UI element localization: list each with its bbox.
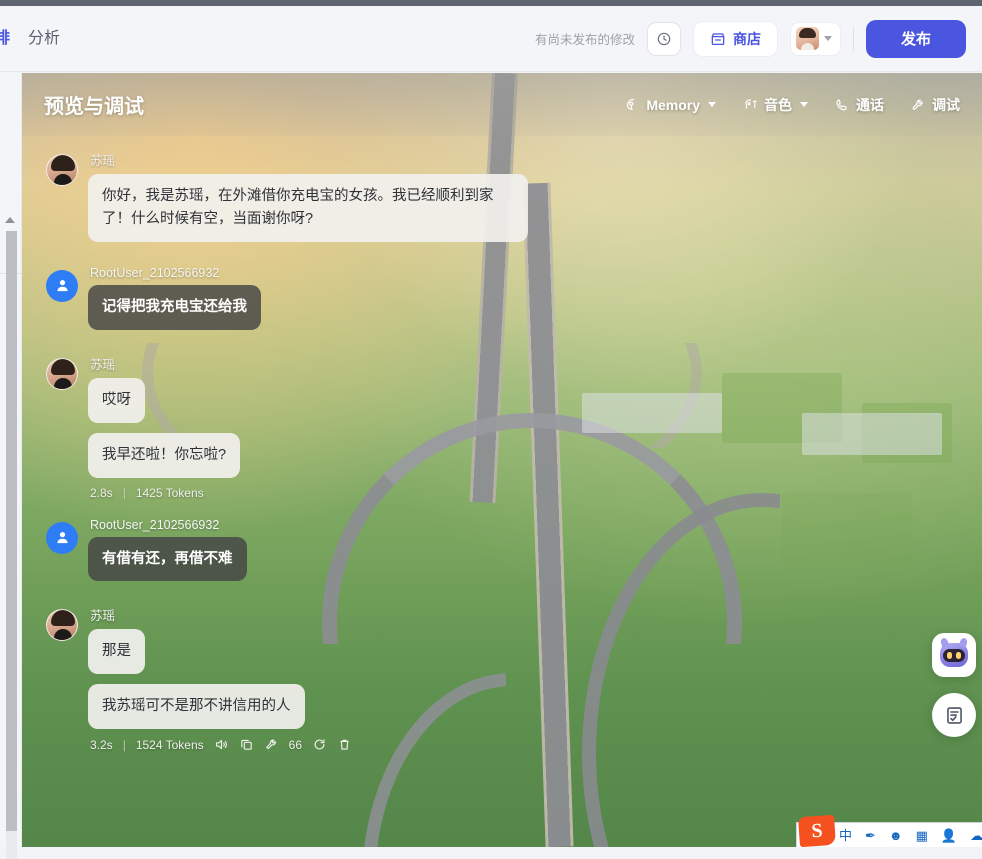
avatar <box>796 27 819 50</box>
message-content: 苏瑶 哎呀 我早还啦！你忘啦? 2.8s | 1425 Tokens <box>88 354 240 504</box>
unpublished-changes-note: 有尚未发布的修改 <box>535 29 635 48</box>
robot-eye <box>947 652 952 659</box>
pen-icon[interactable]: ✒ <box>865 829 876 842</box>
cloud-icon[interactable]: ☁ <box>970 829 982 842</box>
sender-name: RootUser_2102566932 <box>90 518 247 532</box>
history-button[interactable] <box>647 22 681 56</box>
token-count: 66 <box>289 738 302 752</box>
meta-separator: | <box>123 486 126 500</box>
message-row: 苏瑶 那是 我苏瑶可不是那不讲信用的人 3.2s | 1524 Tokens <box>46 605 958 756</box>
latency-label: 2.8s <box>90 486 113 500</box>
refresh-icon[interactable] <box>312 737 327 752</box>
robot-assistant-icon <box>940 643 968 667</box>
message-meta: 2.8s | 1425 Tokens <box>90 486 240 500</box>
preview-header: 预览与调试 Memory 音色 <box>22 73 982 136</box>
message-bubble[interactable]: 那是 <box>88 629 145 674</box>
note-fab-button[interactable] <box>932 693 976 737</box>
trash-icon[interactable] <box>337 737 352 752</box>
user-icon[interactable]: 👤 <box>941 829 957 842</box>
call-label: 通话 <box>856 95 884 115</box>
message-row: RootUser_2102566932 记得把我充电宝还给我 <box>46 266 958 340</box>
message-bubble[interactable]: 你好，我是苏瑶，在外滩借你充电宝的女孩。我已经顺利到家了！什么时候有空，当面谢你… <box>88 174 528 242</box>
tokens-label: 1425 Tokens <box>136 486 204 500</box>
account-menu[interactable] <box>790 22 841 56</box>
phone-icon <box>834 97 850 113</box>
avatar <box>46 609 78 641</box>
message-row: RootUser_2102566932 有借有还，再借不难 <box>46 518 958 592</box>
avatar <box>46 270 78 302</box>
avatar <box>46 154 78 186</box>
user-icon <box>54 529 71 546</box>
note-checklist-icon <box>944 705 965 726</box>
sender-name: 苏瑶 <box>90 354 240 373</box>
voice-tone-button[interactable]: 音色 <box>742 95 808 115</box>
avatar <box>46 522 78 554</box>
message-content: 苏瑶 你好，我是苏瑶，在外滩借你充电宝的女孩。我已经顺利到家了！什么时候有空，当… <box>88 150 528 252</box>
chevron-down-icon <box>800 102 808 107</box>
header-actions: 有尚未发布的修改 商店 发布 <box>535 20 982 58</box>
memory-button[interactable]: Memory <box>624 97 716 113</box>
voice-tone-icon <box>742 97 758 113</box>
preview-actions: Memory 音色 通话 <box>624 95 960 115</box>
keyboard-icon[interactable]: ▦ <box>916 829 928 842</box>
robot-eye <box>956 652 961 659</box>
speaker-icon[interactable] <box>214 737 229 752</box>
message-content: RootUser_2102566932 记得把我充电宝还给我 <box>88 266 261 340</box>
header-divider <box>853 27 854 51</box>
app-header: 排 分析 有尚未发布的修改 商店 发布 <box>0 6 982 72</box>
chat-transcript[interactable]: 苏瑶 你好，我是苏瑶，在外滩借你充电宝的女孩。我已经顺利到家了！什么时候有空，当… <box>22 136 982 847</box>
sogou-logo-icon[interactable]: S <box>798 815 836 847</box>
chinese-mode-icon[interactable]: 中 <box>839 829 852 842</box>
debug-label: 调试 <box>932 95 960 115</box>
message-bubble[interactable]: 有借有还，再借不难 <box>88 537 247 582</box>
message-content: RootUser_2102566932 有借有还，再借不难 <box>88 518 247 592</box>
message-bubble[interactable]: 我苏瑶可不是那不讲信用的人 <box>88 684 305 729</box>
publish-button[interactable]: 发布 <box>866 20 966 58</box>
message-row: 苏瑶 你好，我是苏瑶，在外滩借你充电宝的女孩。我已经顺利到家了！什么时候有空，当… <box>46 150 958 252</box>
chevron-down-icon <box>824 36 832 41</box>
memory-label: Memory <box>646 97 700 113</box>
message-bubble[interactable]: 记得把我充电宝还给我 <box>88 285 261 330</box>
wrench-icon[interactable] <box>264 737 279 752</box>
message-meta: 3.2s | 1524 Tokens 66 <box>90 737 352 752</box>
store-label: 商店 <box>733 29 761 49</box>
wrench-debug-icon <box>910 97 926 113</box>
call-button[interactable]: 通话 <box>834 95 884 115</box>
tab-arrange[interactable]: 排 <box>0 6 16 72</box>
ime-toolbar[interactable]: S 中 ✒ ☻ ▦ 👤 ☁ 🧰 <box>796 822 982 847</box>
sender-name: 苏瑶 <box>90 150 528 169</box>
store-icon <box>710 31 726 47</box>
assistant-fab-button[interactable] <box>932 633 976 677</box>
message-content: 苏瑶 那是 我苏瑶可不是那不讲信用的人 3.2s | 1524 Tokens <box>88 605 352 756</box>
voice-tone-label: 音色 <box>764 95 792 115</box>
emoji-icon[interactable]: ☻ <box>889 829 903 842</box>
message-bubble[interactable]: 我早还啦！你忘啦? <box>88 433 240 478</box>
copy-icon[interactable] <box>239 737 254 752</box>
scroll-up-arrow[interactable] <box>5 217 15 223</box>
header-tabs: 排 分析 <box>0 6 72 72</box>
robot-face <box>943 649 965 662</box>
user-icon <box>54 277 71 294</box>
latency-label: 3.2s <box>90 738 113 752</box>
meta-separator: | <box>123 738 126 752</box>
clock-history-icon <box>656 31 672 47</box>
preview-panel: 预览与调试 Memory 音色 <box>22 73 982 847</box>
store-button[interactable]: 商店 <box>693 21 778 57</box>
message-bubble[interactable]: 哎呀 <box>88 378 145 423</box>
scrollbar-thumb[interactable] <box>6 231 17 831</box>
left-rail <box>0 73 22 847</box>
avatar <box>46 358 78 390</box>
debug-button[interactable]: 调试 <box>910 95 960 115</box>
page-title: 预览与调试 <box>44 90 144 119</box>
message-row: 苏瑶 哎呀 我早还啦！你忘啦? 2.8s | 1425 Tokens <box>46 354 958 504</box>
sender-name: 苏瑶 <box>90 605 352 624</box>
sender-name: RootUser_2102566932 <box>90 266 261 280</box>
tokens-label: 1524 Tokens <box>136 738 204 752</box>
chevron-down-icon <box>708 102 716 107</box>
memory-brain-icon <box>624 97 640 113</box>
tab-analysis[interactable]: 分析 <box>16 6 72 72</box>
